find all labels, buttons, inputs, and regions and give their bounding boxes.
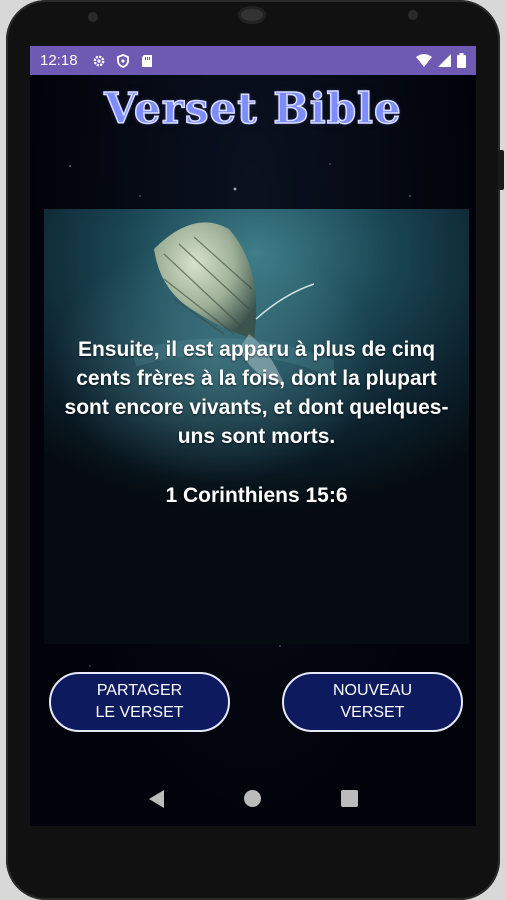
status-icons-right	[416, 53, 466, 68]
wifi-icon	[416, 54, 432, 67]
shield-icon	[116, 53, 129, 68]
back-icon[interactable]	[148, 789, 164, 808]
phone-frame: 12:18 Verset Bible Ensuite, il est appar…	[6, 0, 504, 900]
app-title: Verset Bible	[104, 83, 402, 134]
status-bar: 12:18	[30, 46, 476, 75]
share-verse-label: PARTAGER LE VERSET	[95, 680, 183, 724]
share-label-line1: PARTAGER	[96, 682, 183, 699]
share-verse-button[interactable]: PARTAGER LE VERSET	[49, 672, 230, 732]
new-label-line1: NOUVEAU	[332, 682, 413, 699]
system-nav-bar	[30, 771, 476, 826]
signal-icon	[438, 54, 451, 67]
verse-reference: 1 Corinthiens 15:6	[165, 484, 348, 507]
front-sensor	[88, 12, 98, 22]
recents-icon[interactable]	[340, 790, 358, 807]
new-verse-label: NOUVEAU VERSET	[333, 680, 412, 724]
sd-card-icon	[141, 54, 152, 67]
new-label-line2: VERSET	[340, 704, 405, 721]
new-verse-button[interactable]: NOUVEAU VERSET	[282, 672, 463, 732]
status-time: 12:18	[40, 52, 78, 69]
battery-icon	[457, 53, 466, 68]
volume-button	[498, 150, 504, 190]
screen: 12:18 Verset Bible Ensuite, il est appar…	[30, 46, 476, 826]
front-camera	[408, 10, 418, 20]
gear-icon	[93, 55, 104, 66]
verse-card: Ensuite, il est apparu à plus de cinq ce…	[44, 209, 469, 644]
verse-text: Ensuite, il est apparu à plus de cinq ce…	[64, 338, 449, 448]
home-icon[interactable]	[243, 790, 261, 807]
earpiece-speaker	[238, 6, 266, 24]
share-label-line2: LE VERSET	[95, 704, 184, 721]
